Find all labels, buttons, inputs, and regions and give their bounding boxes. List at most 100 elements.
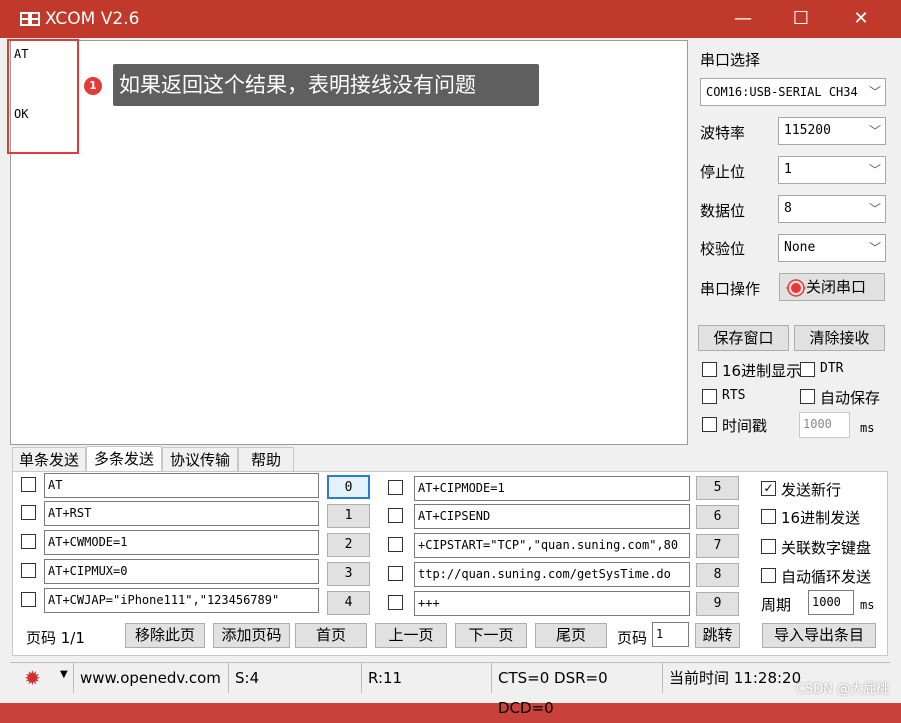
first-page-button[interactable]: 首页: [295, 623, 367, 648]
port-op-label: 串口操作: [700, 280, 761, 298]
gear-icon[interactable]: ✹: [24, 668, 46, 689]
period-unit: ms: [860, 598, 875, 612]
caret-down-icon[interactable]: ▼: [60, 669, 68, 680]
send-checkbox[interactable]: [21, 534, 36, 549]
rts-checkbox[interactable]: [702, 389, 717, 404]
close-port-label: 关闭串口: [806, 278, 867, 296]
hex-display-label: 16进制显示: [722, 362, 802, 380]
port-select[interactable]: COM16:USB-SERIAL CH34 ﹀: [700, 78, 886, 106]
send-input[interactable]: AT+RST: [44, 501, 319, 526]
send-checkbox[interactable]: [21, 592, 36, 607]
send-button[interactable]: 9: [696, 592, 739, 616]
period-label: 周期: [761, 596, 792, 614]
auto-loop-checkbox[interactable]: [761, 568, 776, 583]
send-checkbox[interactable]: [388, 480, 403, 495]
stop-bits-label: 停止位: [700, 163, 746, 181]
chevron-down-icon: ﹀: [868, 163, 881, 177]
baud-value: 115200: [784, 123, 831, 138]
hex-send-checkbox[interactable]: [761, 509, 776, 524]
send-input[interactable]: +CIPSTART="TCP","quan.suning.com",80: [414, 533, 690, 558]
tab-single-send[interactable]: 单条发送: [12, 447, 86, 472]
last-page-button[interactable]: 尾页: [535, 623, 607, 648]
send-input[interactable]: AT+CIPMUX=0: [44, 559, 319, 584]
keypad-label: 关联数字键盘: [781, 539, 872, 557]
send-input[interactable]: AT: [44, 473, 319, 498]
send-checkbox[interactable]: [21, 563, 36, 578]
maximize-button[interactable]: ☐: [781, 6, 821, 32]
auto-loop-label: 自动循环发送: [781, 568, 872, 586]
port-value: COM16:USB-SERIAL CH34: [706, 85, 858, 99]
baud-label: 波特率: [700, 124, 746, 142]
send-input[interactable]: ttp://quan.suning.com/getSysTime.do: [414, 562, 690, 587]
send-button[interactable]: 0: [327, 475, 370, 499]
stop-bits-value: 1: [784, 162, 792, 177]
send-input[interactable]: AT+CIPMODE=1: [414, 476, 690, 501]
send-checkbox[interactable]: [388, 508, 403, 523]
send-button[interactable]: 2: [327, 533, 370, 557]
next-page-button[interactable]: 下一页: [455, 623, 527, 648]
send-input[interactable]: +++: [414, 591, 690, 616]
dtr-checkbox[interactable]: [800, 362, 815, 377]
tab-protocol[interactable]: 协议传输: [162, 447, 238, 472]
hex-display-checkbox[interactable]: [702, 362, 717, 377]
newline-checkbox[interactable]: ✓: [761, 481, 776, 496]
send-checkbox[interactable]: [388, 537, 403, 552]
close-port-button[interactable]: 关闭串口: [779, 273, 885, 301]
tab-help[interactable]: 帮助: [238, 447, 294, 472]
xcom-window: XCOM V2.6 — ☐ ✕ AT OK 1 如果返回这个结果，表明接线没有问…: [0, 0, 901, 717]
send-button[interactable]: 3: [327, 562, 370, 586]
window-title: XCOM V2.6: [45, 9, 140, 29]
annotation-callout: 如果返回这个结果，表明接线没有问题: [113, 64, 539, 106]
rts-label: RTS: [722, 388, 746, 403]
stop-bits-select[interactable]: 1 ﹀: [778, 156, 886, 184]
data-bits-select[interactable]: 8 ﹀: [778, 195, 886, 223]
auto-save-checkbox[interactable]: [800, 389, 815, 404]
timestamp-unit: ms: [860, 421, 875, 435]
tab-multi-send[interactable]: 多条发送: [86, 446, 162, 472]
status-url[interactable]: www.openedv.com: [73, 663, 227, 693]
parity-value: None: [784, 240, 816, 255]
chevron-down-icon: ﹀: [868, 85, 881, 99]
save-window-button[interactable]: 保存窗口: [698, 325, 789, 351]
close-button[interactable]: ✕: [841, 6, 881, 32]
send-input[interactable]: AT+CWJAP="iPhone111","123456789": [44, 588, 319, 613]
send-checkbox[interactable]: [21, 477, 36, 492]
title-bar: XCOM V2.6 — ☐ ✕: [0, 0, 901, 38]
send-button[interactable]: 1: [327, 504, 370, 528]
prev-page-button[interactable]: 上一页: [375, 623, 447, 648]
status-bar: ✹ ▼ www.openedv.com S:4 R:11 CTS=0 DSR=0…: [10, 662, 890, 717]
send-button[interactable]: 5: [696, 476, 739, 500]
auto-save-label: 自动保存: [820, 389, 881, 407]
send-button[interactable]: 7: [696, 534, 739, 558]
send-button[interactable]: 4: [327, 591, 370, 615]
send-checkbox[interactable]: [388, 595, 403, 610]
baud-select[interactable]: 115200 ﹀: [778, 117, 886, 145]
add-page-button[interactable]: 添加页码: [213, 623, 290, 648]
data-bits-label: 数据位: [700, 202, 746, 220]
send-button[interactable]: 8: [696, 563, 739, 587]
jump-button[interactable]: 跳转: [695, 623, 740, 648]
send-input[interactable]: AT+CWMODE=1: [44, 530, 319, 555]
status-received: R:11: [361, 663, 491, 693]
page-indicator: 页码 1/1: [26, 629, 85, 647]
port-status-icon: [786, 279, 806, 297]
timestamp-checkbox[interactable]: [702, 417, 717, 432]
timestamp-input[interactable]: 1000: [799, 412, 850, 438]
import-export-button[interactable]: 导入导出条目: [762, 623, 876, 648]
send-input[interactable]: AT+CIPSEND: [414, 504, 690, 529]
remove-page-button[interactable]: 移除此页: [125, 623, 205, 648]
status-lines: CTS=0 DSR=0 DCD=0: [491, 663, 662, 717]
xcom-app-icon: [20, 12, 40, 26]
minimize-button[interactable]: —: [723, 6, 763, 32]
send-checkbox[interactable]: [21, 505, 36, 520]
port-section-label: 串口选择: [700, 51, 761, 69]
keypad-checkbox[interactable]: [761, 539, 776, 554]
dtr-label: DTR: [820, 361, 844, 376]
send-checkbox[interactable]: [388, 566, 403, 581]
clear-receive-button[interactable]: 清除接收: [794, 325, 885, 351]
parity-select[interactable]: None ﹀: [778, 234, 886, 262]
chevron-down-icon: ﹀: [868, 124, 881, 138]
goto-page-input[interactable]: 1: [652, 622, 689, 647]
send-button[interactable]: 6: [696, 505, 739, 529]
period-input[interactable]: 1000: [808, 590, 854, 615]
